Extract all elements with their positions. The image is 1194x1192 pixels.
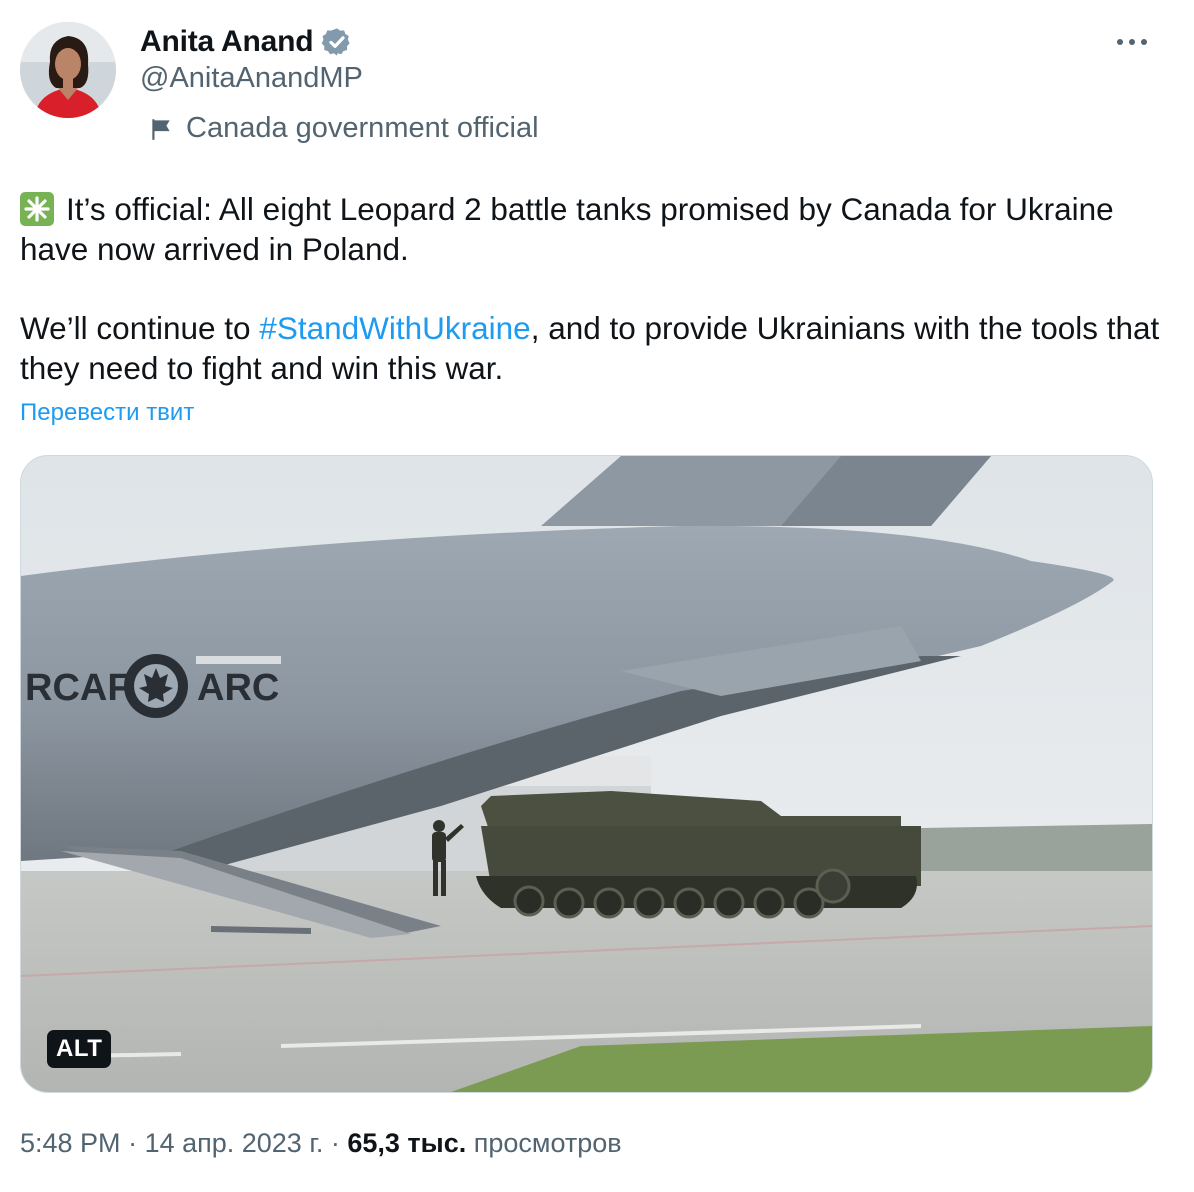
- tweet-time[interactable]: 5:48 PM: [20, 1128, 121, 1158]
- flag-icon: [152, 118, 170, 140]
- tweet-date[interactable]: 14 апр. 2023 г.: [145, 1128, 324, 1158]
- account-label[interactable]: Canada government official: [148, 112, 539, 145]
- meta-separator: ·: [323, 1128, 348, 1158]
- tweet-meta: 5:48 PM · 14 апр. 2023 г. · 65,3 тыс. пр…: [20, 1128, 622, 1159]
- tweet-paragraph-2: We’ll continue to #StandWithUkraine, and…: [20, 309, 1180, 388]
- aircraft-marking-left: RCAF: [25, 667, 131, 709]
- photo-scene: RCAF ARC: [21, 456, 1152, 1092]
- author-handle[interactable]: @AnitaAnandMP: [140, 62, 363, 95]
- meta-separator: ·: [120, 1128, 145, 1158]
- tweet-line-1: It’s official: All eight Leopard 2 battl…: [20, 191, 1123, 267]
- verified-badge-icon[interactable]: [321, 26, 353, 58]
- views-count: 65,3 тыс.: [347, 1128, 467, 1158]
- author-name[interactable]: Anita Anand: [140, 25, 314, 59]
- hashtag-link[interactable]: #StandWithUkraine: [259, 310, 530, 346]
- avatar[interactable]: [20, 22, 116, 118]
- account-label-text: Canada government official: [186, 112, 539, 144]
- tweet-paragraph-1: It’s official: All eight Leopard 2 battl…: [20, 190, 1180, 269]
- aircraft-marking-right: ARC: [197, 667, 279, 709]
- views-label: просмотров: [473, 1128, 622, 1158]
- translate-tweet-link[interactable]: Перевести твит: [20, 399, 194, 427]
- avatar-image: [20, 22, 116, 118]
- tweet-photo[interactable]: RCAF ARC ALT: [20, 455, 1153, 1093]
- alt-badge[interactable]: ALT: [47, 1030, 112, 1068]
- more-options-icon[interactable]: [1112, 28, 1156, 56]
- author-name-row: Anita Anand: [140, 22, 353, 62]
- tweet-line-2-start: We’ll continue to: [20, 310, 260, 346]
- sparkle-icon: [20, 192, 54, 226]
- tweet-body: It’s official: All eight Leopard 2 battl…: [20, 190, 1180, 388]
